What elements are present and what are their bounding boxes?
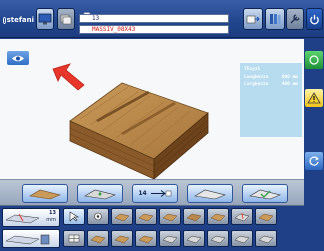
panel-gray-icon xyxy=(186,235,202,244)
bore-pattern-icon xyxy=(84,189,116,200)
power-icon xyxy=(310,14,319,24)
tool-row2-4[interactable] xyxy=(135,230,157,247)
tool-row2-6[interactable] xyxy=(183,230,205,247)
wrench-icon xyxy=(290,14,300,24)
open-program-button[interactable] xyxy=(57,8,75,30)
tool-row2-7[interactable] xyxy=(207,230,229,247)
width-value: 400 xyxy=(281,82,290,87)
length-row: Lunghezza 600 mm xyxy=(244,74,298,81)
panel-check-icon xyxy=(249,189,281,200)
panel-title: TExyz1 xyxy=(244,67,261,72)
function-button-5[interactable] xyxy=(242,184,288,203)
home-button[interactable] xyxy=(36,8,54,30)
workpiece-viewport[interactable]: TExyz1 Lunghezza 600 mm Larghezza 400 mm xyxy=(0,39,304,199)
function-bar: 14 xyxy=(0,179,304,206)
file-name-field[interactable]: MASSIV_08X43 xyxy=(79,25,229,34)
top-bar: stefani 13 MASSIV_08X43 xyxy=(0,0,324,38)
tools-button[interactable] xyxy=(286,8,304,30)
panel-gray-icon xyxy=(258,235,274,244)
power-green-icon xyxy=(309,55,319,65)
cut-arrow-icon xyxy=(150,190,171,197)
warning-button[interactable] xyxy=(305,89,323,107)
tool-pointer[interactable] xyxy=(63,208,85,225)
panel-gray-icon xyxy=(162,235,178,244)
panel-arrow-icon xyxy=(246,15,260,24)
company-logo: stefani xyxy=(3,14,34,26)
drill-icon xyxy=(94,212,102,221)
tool-panel-4[interactable] xyxy=(183,208,205,225)
grid-icon xyxy=(68,234,80,243)
machine-setup-button[interactable]: 13 mm xyxy=(2,208,60,227)
refresh-button[interactable] xyxy=(305,152,323,170)
tool-row2-1[interactable] xyxy=(63,230,85,247)
wood-block-icon xyxy=(258,213,274,222)
machine-icon xyxy=(5,234,50,245)
tool-panel-2[interactable] xyxy=(135,208,157,225)
refresh-icon xyxy=(309,156,319,166)
length-value: 600 xyxy=(281,75,290,80)
wood-block-icon xyxy=(138,213,154,222)
function-button-2[interactable] xyxy=(77,184,123,203)
library-button[interactable] xyxy=(265,8,285,30)
books-icon xyxy=(270,14,281,24)
panel-gray-icon xyxy=(210,235,226,244)
tool-panel-1[interactable] xyxy=(111,208,133,225)
function-button-3[interactable]: 14 xyxy=(132,184,178,203)
function-button-1[interactable] xyxy=(22,184,68,203)
wood-block-icon xyxy=(162,213,178,222)
power-button[interactable] xyxy=(306,8,323,30)
tool-row2-3[interactable] xyxy=(111,230,133,247)
plain-panel-icon xyxy=(194,189,226,200)
dimensions-panel: TExyz1 Lunghezza 600 mm Larghezza 400 mm xyxy=(240,63,302,137)
tool-edge[interactable] xyxy=(255,208,277,225)
width-unit: mm xyxy=(292,82,298,87)
program-number-field[interactable]: 13 xyxy=(79,14,229,23)
wood-block-icon xyxy=(138,235,154,244)
machine-view-button[interactable] xyxy=(2,229,60,248)
tool-bore[interactable] xyxy=(87,208,109,225)
panel-gray-icon xyxy=(234,235,250,244)
wood-block-icon xyxy=(186,213,202,222)
view-toggle-button[interactable] xyxy=(7,51,29,65)
wood-panel-3d xyxy=(69,82,209,180)
tool-row2-8[interactable] xyxy=(231,230,253,247)
width-row: Larghezza 400 mm xyxy=(244,81,298,88)
width-label: Larghezza xyxy=(244,82,269,87)
tool-panel-3[interactable] xyxy=(159,208,181,225)
tool-row2-2[interactable] xyxy=(87,230,109,247)
wood-block-icon xyxy=(114,213,130,222)
export-button[interactable] xyxy=(243,8,263,30)
saw-icon xyxy=(234,212,250,222)
tool-row2-5[interactable] xyxy=(159,230,181,247)
setup-value: 13 xyxy=(49,210,56,216)
tool-palette: 13 mm xyxy=(0,206,324,251)
function-button-4[interactable] xyxy=(187,184,233,203)
wood-block-icon xyxy=(210,213,226,222)
tool-panel-5[interactable] xyxy=(207,208,229,225)
stack-icon xyxy=(60,14,72,25)
wood-block-icon xyxy=(90,235,106,244)
eye-icon xyxy=(12,55,24,61)
monitor-icon xyxy=(38,13,52,25)
tool-saw[interactable] xyxy=(231,208,253,225)
pointer-icon xyxy=(69,211,80,222)
wood-block-icon xyxy=(114,235,130,244)
tool-row2-9[interactable] xyxy=(255,230,277,247)
length-label: Lunghezza xyxy=(244,75,269,80)
length-unit: mm xyxy=(292,75,298,80)
panel-cut-icon xyxy=(5,213,40,224)
panel-edge-icon xyxy=(29,189,61,200)
right-sidebar xyxy=(304,39,324,199)
status-ok-button[interactable] xyxy=(305,51,323,69)
counter-label: 14 xyxy=(138,190,147,197)
setup-unit: mm xyxy=(46,217,56,223)
warning-icon xyxy=(307,92,321,104)
